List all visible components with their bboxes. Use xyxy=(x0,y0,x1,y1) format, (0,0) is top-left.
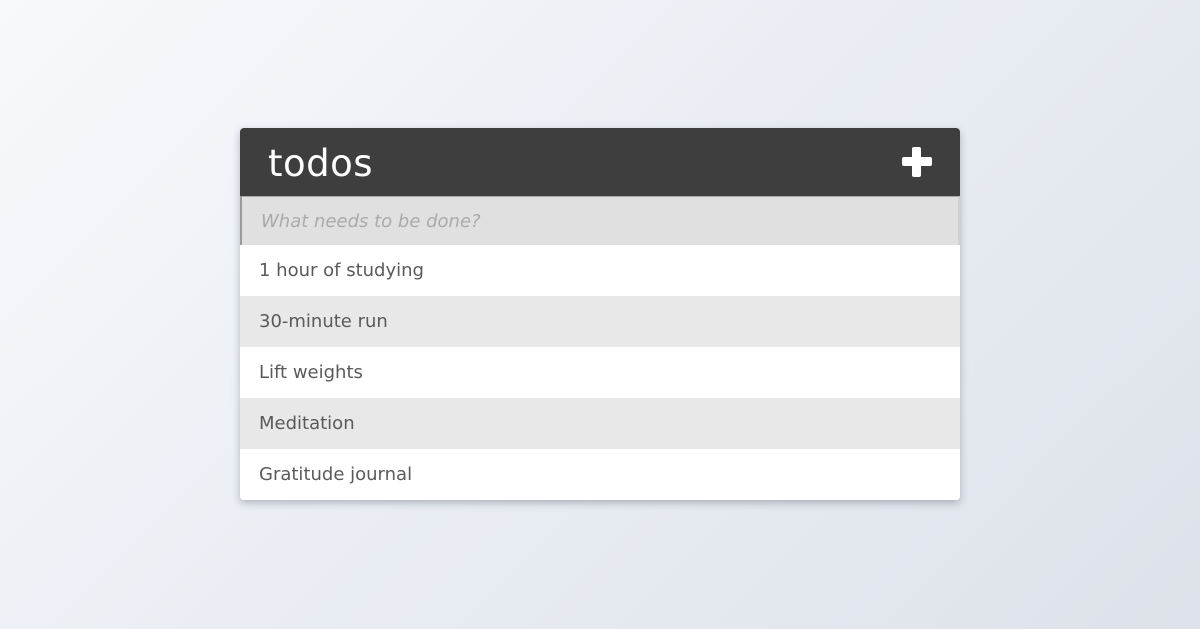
new-todo-input-container xyxy=(240,196,960,245)
todo-app: todos 1 hour of studying 30-minute run L… xyxy=(240,128,960,500)
new-todo-input[interactable] xyxy=(242,197,958,245)
todo-list: 1 hour of studying 30-minute run Lift we… xyxy=(240,245,960,500)
plus-icon-vertical-bar xyxy=(912,147,921,177)
todo-item[interactable]: 1 hour of studying xyxy=(240,245,960,296)
todo-item[interactable]: 30-minute run xyxy=(240,296,960,347)
todo-item[interactable]: Gratitude journal xyxy=(240,449,960,500)
app-header: todos xyxy=(240,128,960,196)
todo-item[interactable]: Lift weights xyxy=(240,347,960,398)
add-todo-button[interactable] xyxy=(900,145,934,179)
app-title: todos xyxy=(268,141,374,185)
todo-item[interactable]: Meditation xyxy=(240,398,960,449)
